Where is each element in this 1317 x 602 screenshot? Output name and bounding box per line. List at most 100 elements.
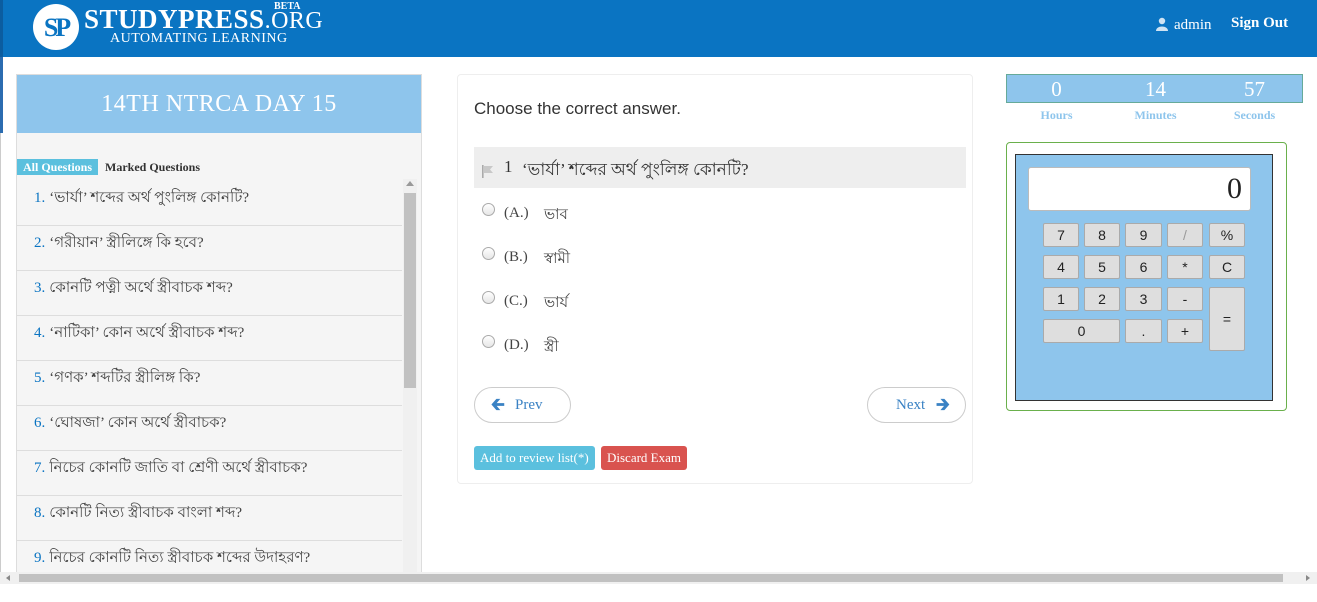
top-navbar: SP STUDYPRESS.ORG BETA AUTOMATING LEARNI…: [0, 0, 1317, 57]
option-text: ভাব: [544, 207, 568, 223]
instruction-text: Choose the correct answer.: [474, 99, 681, 118]
calc-key-2[interactable]: 2: [1084, 287, 1120, 311]
scrollbar-thumb[interactable]: [404, 193, 416, 388]
option-text: ভার্য: [544, 295, 569, 311]
brand-name: STUDYPRESS: [84, 4, 265, 34]
calc-key-9[interactable]: 9: [1125, 223, 1162, 247]
calc-key-4[interactable]: 4: [1043, 255, 1079, 279]
list-item[interactable]: 3. কোনটি পত্নী অর্থে স্ত্রীবাচক শব্দ?: [17, 271, 402, 316]
timer-seconds: 57 Seconds: [1205, 75, 1304, 122]
calc-key-1[interactable]: 1: [1043, 287, 1079, 311]
calc-key-0[interactable]: 0: [1043, 319, 1120, 343]
scroll-right-icon[interactable]: [1306, 575, 1310, 581]
list-item[interactable]: 6. ‘ঘোষজা’ কোন অর্থে স্ত্রীবাচক?: [17, 406, 402, 451]
calc-key-minus[interactable]: -: [1167, 287, 1203, 311]
calc-key-6[interactable]: 6: [1125, 255, 1162, 279]
list-item[interactable]: 1. ‘ভার্যা’ শব্দের অর্থ পুংলিঙ্গ কোনটি?: [17, 181, 402, 226]
question-text: কোনটি পত্নী অর্থে স্ত্রীবাচক শব্দ?: [49, 280, 233, 296]
list-item[interactable]: 5. ‘গণক’ শব্দটির স্ত্রীলিঙ্গ কি?: [17, 361, 402, 406]
logo-letters: SP: [43, 13, 71, 42]
question-panel: Choose the correct answer. 1 ‘ভার্যা’ শব…: [457, 74, 973, 484]
arrow-left-icon: 🡰: [491, 395, 505, 414]
radio-button[interactable]: [482, 335, 495, 348]
calc-key-7[interactable]: 7: [1043, 223, 1079, 247]
question-number: 1: [504, 157, 513, 176]
scroll-left-icon[interactable]: [6, 575, 10, 581]
timer-hours: 0 Hours: [1007, 75, 1106, 122]
exam-title: 14TH NTRCA DAY 15: [17, 75, 421, 133]
question-list-panel: 14TH NTRCA DAY 15 All Questions Marked Q…: [16, 74, 422, 574]
question-text: কোনটি নিত্য স্ত্রীবাচক বাংলা শব্দ?: [49, 505, 243, 521]
calc-key-plus[interactable]: +: [1167, 319, 1203, 343]
question-list: 1. ‘ভার্যা’ শব্দের অর্থ পুংলিঙ্গ কোনটি? 2…: [17, 181, 402, 573]
calculator-display: 0: [1028, 167, 1251, 211]
question-list-scrollbar[interactable]: [403, 179, 417, 573]
list-item[interactable]: 7. নিচের কোনটি জাতি বা শ্রেণী অর্থে স্ত্র…: [17, 451, 402, 496]
hours-label: Hours: [1040, 108, 1073, 122]
radio-button[interactable]: [482, 291, 495, 304]
radio-button[interactable]: [482, 247, 495, 260]
timer-minutes: 14 Minutes: [1106, 75, 1205, 122]
scrollbar-thumb[interactable]: [19, 574, 1283, 582]
calc-key-divide[interactable]: /: [1167, 223, 1203, 247]
arrow-right-icon: 🡲: [936, 395, 950, 414]
option-label: (C.): [504, 293, 528, 309]
calculator-widget: 0 7 8 9 / % 4 5 6 * C 1 2 3 - = 0 . +: [1006, 142, 1287, 411]
brand[interactable]: STUDYPRESS.ORG BETA AUTOMATING LEARNING: [84, 1, 323, 46]
question-text: ‘গণক’ শব্দটির স্ত্রীলিঙ্গ কি?: [49, 370, 201, 386]
minutes-label: Minutes: [1134, 108, 1177, 122]
tab-all-questions[interactable]: All Questions: [17, 159, 99, 175]
question-text: নিচের কোনটি নিত্য স্ত্রীবাচক শব্দের উদাহ…: [49, 550, 311, 566]
user-menu[interactable]: admin: [1156, 15, 1212, 34]
next-label: Next: [896, 397, 926, 413]
flag-icon[interactable]: [482, 165, 494, 178]
option-label: (D.): [504, 337, 529, 353]
logo-icon[interactable]: SP: [33, 4, 79, 50]
brand-tagline: AUTOMATING LEARNING: [110, 31, 288, 46]
calc-key-percent[interactable]: %: [1209, 223, 1245, 247]
question-text: নিচের কোনটি জাতি বা শ্রেণী অর্থে স্ত্রীব…: [49, 460, 308, 476]
question-number: 6.: [34, 415, 46, 431]
list-item[interactable]: 2. ‘গরীয়ান’ স্ত্রীলিঙ্গে কি হবে?: [17, 226, 402, 271]
username: admin: [1174, 17, 1212, 33]
discard-exam-button[interactable]: Discard Exam: [601, 446, 688, 470]
add-to-review-button[interactable]: Add to review list(*): [474, 446, 595, 470]
scroll-up-icon[interactable]: [406, 181, 414, 186]
hours-value: 0: [1051, 77, 1062, 101]
calc-key-decimal[interactable]: .: [1125, 319, 1162, 343]
next-button[interactable]: Next 🡲: [867, 387, 966, 423]
question-text: ‘নাটিকা’ কোন অর্থে স্ত্রীবাচক শব্দ?: [49, 325, 245, 341]
question-number: 3.: [34, 280, 46, 296]
window-edge: [0, 57, 3, 133]
user-icon: [1156, 17, 1168, 31]
page-horizontal-scrollbar[interactable]: [0, 572, 1317, 584]
list-item[interactable]: 8. কোনটি নিত্য স্ত্রীবাচক বাংলা শব্দ?: [17, 496, 402, 541]
minutes-value: 14: [1145, 77, 1166, 101]
sign-out-link[interactable]: Sign Out: [1231, 15, 1288, 32]
calc-key-5[interactable]: 5: [1084, 255, 1120, 279]
option-text: স্ত্রী: [544, 339, 559, 355]
option-label: (A.): [504, 205, 529, 221]
prev-button[interactable]: 🡰 Prev: [474, 387, 571, 423]
question-number: 7.: [34, 460, 46, 476]
option-label: (B.): [504, 249, 528, 265]
radio-button[interactable]: [482, 203, 495, 216]
tab-marked-questions[interactable]: Marked Questions: [105, 159, 200, 175]
question-number: 4.: [34, 325, 46, 341]
seconds-label: Seconds: [1233, 108, 1276, 122]
list-item[interactable]: 4. ‘নাটিকা’ কোন অর্থে স্ত্রীবাচক শব্দ?: [17, 316, 402, 361]
question-number: 9.: [34, 550, 46, 566]
calc-key-3[interactable]: 3: [1125, 287, 1162, 311]
calc-key-equals[interactable]: =: [1209, 287, 1245, 351]
beta-badge: BETA: [274, 1, 301, 12]
calc-key-8[interactable]: 8: [1084, 223, 1120, 247]
prev-label: Prev: [515, 397, 543, 413]
question-text: ‘ঘোষজা’ কোন অর্থে স্ত্রীবাচক?: [49, 415, 227, 431]
navbar-edge: [0, 0, 3, 57]
question-number: 2.: [34, 235, 46, 251]
current-question: 1 ‘ভার্যা’ শব্দের অর্থ পুংলিঙ্গ কোনটি?: [474, 147, 966, 188]
question-text: ‘ভার্যা’ শব্দের অর্থ পুংলিঙ্গ কোনটি?: [49, 190, 250, 206]
calc-key-clear[interactable]: C: [1209, 255, 1245, 279]
list-item[interactable]: 9. নিচের কোনটি নিত্য স্ত্রীবাচক শব্দের উদ…: [17, 541, 402, 573]
calc-key-multiply[interactable]: *: [1167, 255, 1203, 279]
